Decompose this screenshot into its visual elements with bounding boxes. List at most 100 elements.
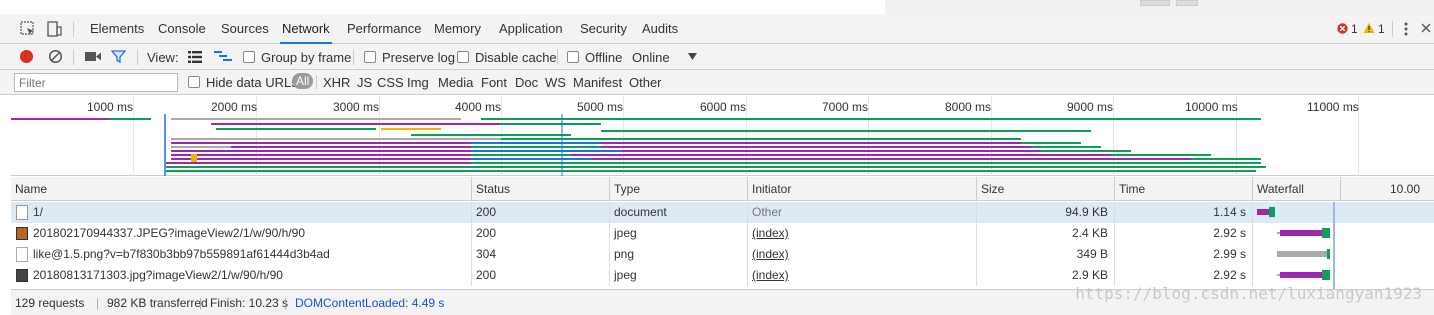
type-filter-other[interactable]: Other	[629, 75, 662, 90]
type-filter-xhr[interactable]: XHR	[323, 75, 350, 90]
table-header: Name Status Type Initiator Size Time Wat…	[11, 177, 1434, 201]
request-name[interactable]: 201802170944337.JPEG?imageView2/1/w/90/h…	[11, 223, 471, 244]
request-count: 129 requests	[15, 296, 85, 310]
table-row[interactable]: 201802170944337.JPEG?imageView2/1/w/90/h…	[11, 223, 1434, 244]
overview-tick-label: 5000 ms	[577, 100, 624, 114]
column-header-status[interactable]: Status	[471, 177, 609, 201]
request-type: png	[609, 244, 747, 265]
inspect-element-icon[interactable]	[20, 21, 36, 37]
offline-checkbox[interactable]	[567, 51, 579, 63]
request-status: 200	[471, 265, 609, 286]
offline-label[interactable]: Offline	[585, 50, 622, 65]
filter-input[interactable]	[14, 73, 178, 92]
type-filter-manifest[interactable]: Manifest	[573, 75, 622, 90]
overview-bar	[166, 162, 471, 164]
request-size: 94.9 KB	[976, 202, 1114, 223]
request-waterfall	[1252, 202, 1434, 223]
overview-tick-label: 4000 ms	[455, 100, 502, 114]
overview-bar	[601, 146, 1031, 148]
tab-performance[interactable]: Performance	[345, 14, 423, 44]
large-request-rows-icon[interactable]	[188, 51, 202, 63]
waterfall-waiting	[1280, 272, 1322, 278]
waterfall-download	[1269, 207, 1275, 217]
group-by-frame-checkbox[interactable]	[243, 51, 255, 63]
request-initiator-link[interactable]: (index)	[747, 265, 976, 286]
more-options-icon[interactable]	[1403, 22, 1409, 36]
device-toolbar-icon[interactable]	[46, 21, 62, 37]
request-waterfall	[1252, 244, 1434, 265]
tab-console[interactable]: Console	[156, 14, 208, 44]
request-name[interactable]: 20180813171303.jpg?imageView2/1/w/90/h/9…	[11, 265, 471, 286]
preserve-log-label[interactable]: Preserve log	[382, 50, 455, 65]
type-filter-font[interactable]: Font	[481, 75, 507, 90]
record-icon[interactable]	[19, 49, 34, 64]
dom-content-loaded-time: DOMContentLoaded: 4.49 s	[295, 296, 445, 310]
overview-waterfall-icon[interactable]	[214, 50, 232, 64]
request-initiator-link[interactable]: (index)	[747, 223, 976, 244]
overview-bar	[231, 146, 471, 148]
disable-cache-label[interactable]: Disable cache	[475, 50, 557, 65]
disable-cache-checkbox[interactable]	[457, 51, 469, 63]
request-waterfall	[1252, 265, 1434, 286]
request-name[interactable]: 1/	[11, 202, 471, 223]
page-element	[1140, 0, 1170, 6]
type-filter-ws[interactable]: WS	[545, 75, 566, 90]
type-filter-media[interactable]: Media	[438, 75, 473, 90]
chevron-down-icon[interactable]	[688, 53, 697, 60]
waterfall-bar	[1277, 228, 1330, 238]
request-initiator-link[interactable]: (index)	[747, 244, 976, 265]
tab-security[interactable]: Security	[578, 14, 629, 44]
type-filter-js[interactable]: JS	[357, 75, 372, 90]
table-row[interactable]: like@1.5.png?v=b7f830b3bb97b559891af6144…	[11, 244, 1434, 265]
throttling-select[interactable]: Online	[632, 50, 670, 65]
table-row[interactable]: 1/ 200 document Other 94.9 KB 1.14 s	[11, 202, 1434, 223]
warning-icon[interactable]	[1363, 22, 1375, 34]
tab-network[interactable]: Network	[280, 14, 332, 44]
preserve-log-checkbox[interactable]	[364, 51, 376, 63]
warning-count[interactable]: 1	[1378, 22, 1385, 36]
column-header-time[interactable]: Time	[1114, 177, 1252, 201]
type-filter-css[interactable]: CSS	[377, 75, 404, 90]
tab-memory[interactable]: Memory	[432, 14, 483, 44]
overview-bar	[1031, 146, 1101, 148]
network-overview[interactable]: 1000 ms 2000 ms 3000 ms 4000 ms 5000 ms …	[11, 96, 1434, 176]
column-header-initiator[interactable]: Initiator	[747, 177, 976, 201]
overview-bar	[471, 146, 601, 148]
column-header-name[interactable]: Name	[11, 177, 471, 201]
hide-data-urls-checkbox[interactable]	[188, 76, 200, 88]
request-status: 304	[471, 244, 609, 265]
column-header-size[interactable]: Size	[976, 177, 1114, 201]
hide-data-urls-label[interactable]: Hide data URLs	[206, 75, 298, 90]
view-label: View:	[147, 50, 179, 65]
overview-bar	[1021, 142, 1081, 144]
tab-audits[interactable]: Audits	[640, 14, 680, 44]
tab-elements[interactable]: Elements	[88, 14, 146, 44]
type-filter-doc[interactable]: Doc	[515, 75, 538, 90]
column-header-type[interactable]: Type	[609, 177, 747, 201]
close-icon[interactable]	[1421, 23, 1431, 33]
overview-bar	[171, 150, 471, 152]
overview-bar	[481, 118, 571, 120]
capture-screenshots-icon[interactable]	[85, 51, 101, 62]
error-icon[interactable]	[1337, 23, 1348, 34]
table-row[interactable]: 20180813171303.jpg?imageView2/1/w/90/h/9…	[11, 265, 1434, 286]
type-filter-all[interactable]: All	[292, 73, 314, 89]
separator: |	[284, 296, 288, 310]
overview-bar	[109, 118, 151, 120]
request-time: 2.92 s	[1114, 223, 1252, 244]
overview-bar	[411, 134, 571, 136]
tab-sources[interactable]: Sources	[219, 14, 271, 44]
column-header-waterfall[interactable]: Waterfall	[1252, 177, 1340, 201]
type-filter-img[interactable]: Img	[407, 75, 429, 90]
overview-bar	[501, 123, 601, 125]
filter-icon[interactable]	[111, 49, 126, 64]
clear-icon[interactable]	[48, 49, 63, 64]
request-size: 2.9 KB	[976, 265, 1114, 286]
page-element	[1176, 0, 1198, 6]
tab-application[interactable]: Application	[497, 14, 565, 44]
overview-bar	[501, 138, 1021, 140]
error-count[interactable]: 1	[1351, 22, 1358, 36]
overview-bar	[1041, 150, 1131, 152]
group-by-frame-label[interactable]: Group by frame	[261, 50, 351, 65]
request-name[interactable]: like@1.5.png?v=b7f830b3bb97b559891af6144…	[11, 244, 471, 265]
